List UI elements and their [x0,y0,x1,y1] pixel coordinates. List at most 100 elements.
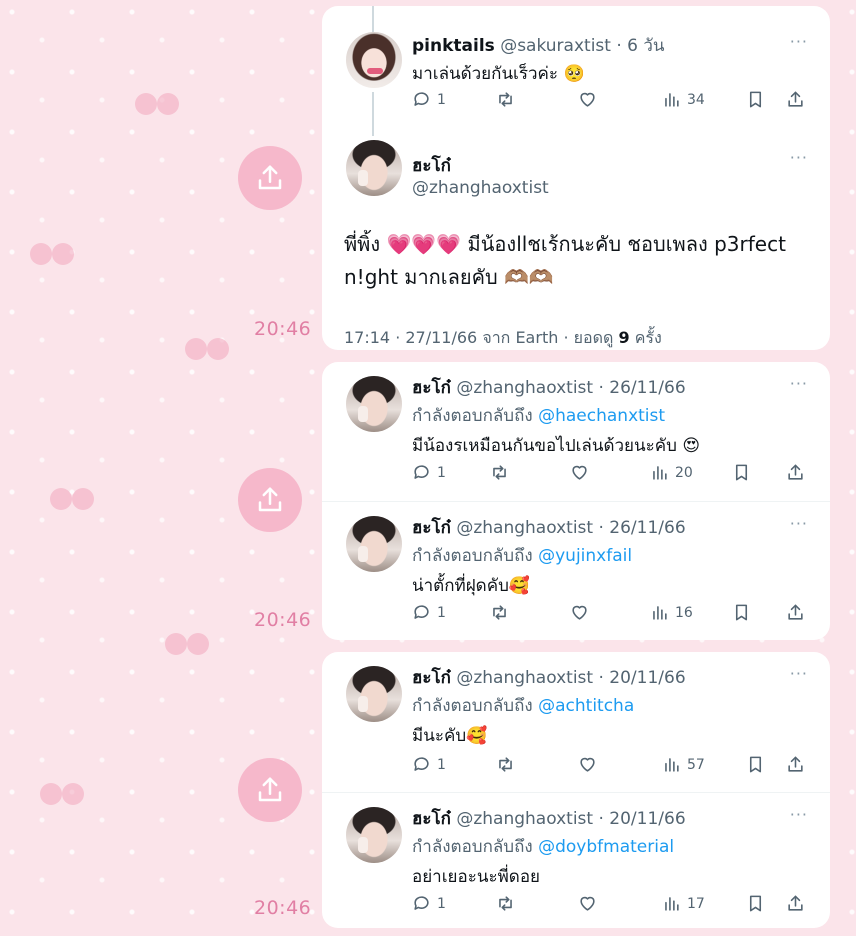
bookmark-button[interactable] [732,603,751,622]
replying-to: กำลังตอบกลับถึง @achtitcha [412,692,634,719]
tweet-text: มาเล่นด้วยกันเร็วค่ะ 🥺 [412,64,585,84]
handle[interactable]: @zhanghaoxtist [456,378,593,398]
separator: · [598,809,604,829]
avatar[interactable] [346,516,402,572]
retweet-button[interactable] [490,603,509,622]
like-icon [580,92,595,107]
views-icon [653,606,667,620]
separator: · [598,378,604,398]
mention-link[interactable]: @yujinxfail [538,546,632,566]
mention-link[interactable]: @haechanxtist [538,406,665,426]
views-button[interactable]: 34 [662,90,705,109]
cherry-decoration [50,470,94,510]
tweet-text: พี่พิ้ง 💗💗💗 มีน้องllชเร้กนะคับ ชอบเพลง p… [344,228,814,294]
tweet-text: น่าตั้กที่ฝุดคับ🥰 [412,576,531,596]
tweet-header: ฮะโก๋ @zhanghaoxtist · 26/11/66 [412,514,686,541]
timestamp[interactable]: 17:14 · 27/11/66 จาก Earth · ยอดดู [344,328,613,347]
share-tweet-button[interactable] [786,90,805,109]
tweet-age[interactable]: 6 วัน [627,36,664,56]
view-count: 17 [687,895,705,912]
tweet-header: pinktails @sakuraxtist · 6 วัน [412,32,665,59]
like-button[interactable] [578,894,597,913]
more-icon[interactable]: ··· [790,374,808,393]
reply-tweet[interactable]: ฮะโก๋ @zhanghaoxtist · 20/11/66 ··· กำลั… [322,793,830,928]
more-icon[interactable]: ··· [790,664,808,683]
views-button[interactable]: 16 [650,603,693,622]
display-name[interactable]: ฮะโก๋ [412,518,451,538]
like-button[interactable] [570,463,589,482]
more-icon[interactable]: ··· [790,148,808,167]
reply-button[interactable]: 1 [412,90,446,109]
tweet-card[interactable]: ฮะโก๋ @zhanghaoxtist · 20/11/66 ··· กำลั… [322,652,830,928]
reply-button[interactable]: 1 [412,603,446,622]
cherry-decoration [165,615,209,655]
display-name[interactable]: ฮะโก๋ [412,152,451,179]
retweet-button[interactable] [496,894,515,913]
tweet-date[interactable]: 20/11/66 [609,809,685,829]
avatar[interactable] [346,140,402,196]
avatar[interactable] [346,376,402,432]
view-count: 57 [687,756,705,773]
share-button[interactable] [238,758,302,822]
separator: · [616,36,622,56]
display-name[interactable]: ฮะโก๋ [412,378,451,398]
like-button[interactable] [578,90,597,109]
share-tweet-button[interactable] [786,894,805,913]
reply-icon [414,605,429,619]
bookmark-button[interactable] [746,755,765,774]
more-icon[interactable]: ··· [790,805,808,824]
tweet-date[interactable]: 26/11/66 [609,378,685,398]
display-name[interactable]: ฮะโก๋ [412,809,451,829]
avatar[interactable] [346,807,402,863]
share-button[interactable] [238,468,302,532]
reply-tweet[interactable]: ฮะโก๋ @zhanghaoxtist · 26/11/66 ··· กำลั… [322,362,830,501]
cherry-decoration [40,765,84,805]
like-button[interactable] [578,755,597,774]
more-icon[interactable]: ··· [790,32,808,51]
retweet-button[interactable] [490,463,509,482]
retweet-button[interactable] [496,90,515,109]
more-icon[interactable]: ··· [790,514,808,533]
share-icon [788,604,803,620]
tweet-header: ฮะโก๋ @zhanghaoxtist · 20/11/66 [412,805,686,832]
reply-tweet[interactable]: ฮะโก๋ @zhanghaoxtist · 20/11/66 ··· กำลั… [322,652,830,792]
tweet-date[interactable]: 26/11/66 [609,518,685,538]
handle[interactable]: @sakuraxtist [500,36,611,56]
bookmark-button[interactable] [732,463,751,482]
tweet-date[interactable]: 20/11/66 [609,668,685,688]
reply-button[interactable]: 1 [412,463,446,482]
views-button[interactable]: 20 [650,463,693,482]
handle[interactable]: @zhanghaoxtist [456,668,593,688]
handle[interactable]: @zhanghaoxtist [456,518,593,538]
mention-link[interactable]: @doybfmaterial [538,837,674,857]
display-name[interactable]: ฮะโก๋ [412,668,451,688]
share-button[interactable] [238,146,302,210]
tweet-card[interactable]: pinktails @sakuraxtist · 6 วัน ··· มาเล่… [322,6,830,350]
reply-button[interactable]: 1 [412,894,446,913]
like-button[interactable] [570,603,589,622]
avatar[interactable] [346,32,402,88]
replying-to: กำลังตอบกลับถึง @yujinxfail [412,542,632,569]
reply-button[interactable]: 1 [412,755,446,774]
reply-tweet[interactable]: ฮะโก๋ @zhanghaoxtist · 26/11/66 ··· กำลั… [322,502,830,640]
reply-count: 1 [437,895,446,912]
tweet-header: ฮะโก๋ @zhanghaoxtist · 26/11/66 [412,374,686,401]
retweet-icon [499,92,512,107]
bookmark-button[interactable] [746,90,765,109]
bookmark-button[interactable] [746,894,765,913]
handle[interactable]: @zhanghaoxtist [412,178,549,198]
like-icon [580,757,595,772]
share-icon [788,756,803,772]
retweet-button[interactable] [496,755,515,774]
mention-link[interactable]: @achtitcha [538,696,634,716]
handle[interactable]: @zhanghaoxtist [456,809,593,829]
display-name[interactable]: pinktails [412,36,495,56]
views-button[interactable]: 17 [662,894,705,913]
share-tweet-button[interactable] [786,603,805,622]
share-tweet-button[interactable] [786,755,805,774]
thread-line [372,6,374,34]
share-tweet-button[interactable] [786,463,805,482]
views-button[interactable]: 57 [662,755,705,774]
tweet-card[interactable]: ฮะโก๋ @zhanghaoxtist · 26/11/66 ··· กำลั… [322,362,830,640]
avatar[interactable] [346,666,402,722]
